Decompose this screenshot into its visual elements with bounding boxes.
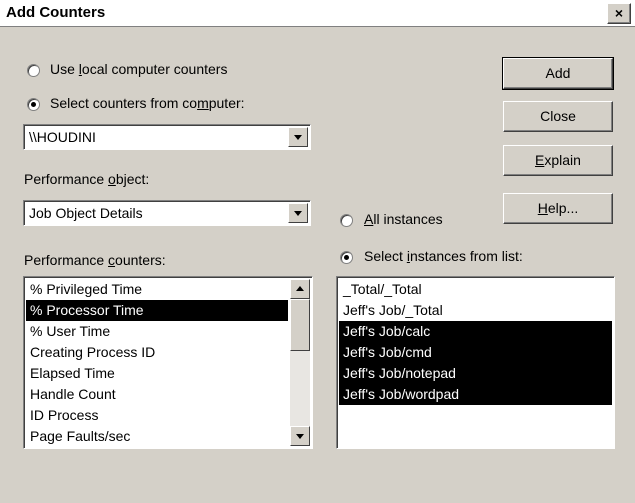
list-item[interactable]: % User Time [26, 321, 288, 342]
list-item[interactable]: % Privileged Time [26, 279, 288, 300]
radio-local-computer[interactable] [27, 64, 40, 77]
select-instances-label[interactable]: Select instances from list: [364, 248, 523, 264]
chevron-down-icon [294, 211, 302, 216]
performance-object-label: Performance object: [24, 171, 149, 187]
performance-counters-label: Performance counters: [24, 252, 166, 268]
counters-items-container: % Privileged Time% Processor Time% User … [26, 279, 288, 447]
help-label-post: elp... [547, 200, 579, 216]
list-item[interactable]: Elapsed Time [26, 363, 288, 384]
list-item[interactable]: Jeff's Job/calc [339, 321, 612, 342]
explain-button[interactable]: Explain [503, 145, 613, 176]
remote-label-pre: Select counters from co [50, 95, 198, 111]
select-computer-label[interactable]: Select counters from computer: [50, 95, 245, 111]
remote-label-post: puter: [208, 95, 245, 111]
scroll-up-button[interactable] [290, 279, 310, 299]
explain-accel: E [535, 152, 545, 168]
all-instances-label[interactable]: All instances [364, 211, 443, 227]
radio-all-instances[interactable] [340, 214, 353, 227]
computer-value: \\HOUDINI [29, 129, 96, 145]
local-label-pre: Use [50, 61, 79, 77]
instances-list[interactable]: _Total/_Total Jeff's Job/_Total Jeff's Job… [336, 276, 615, 449]
list-item[interactable]: % Processor Time [26, 300, 288, 321]
scroll-down-arrow-icon [296, 434, 304, 439]
explain-label-post: xplain [544, 152, 581, 168]
radio-select-computer[interactable] [27, 98, 40, 111]
perf-object-label-pre: Performance [24, 171, 109, 187]
select-instances-pre: Select [364, 248, 407, 264]
list-item[interactable]: Jeff's Job/_Total [339, 300, 612, 321]
window-title: Add Counters [6, 4, 106, 21]
counters-label-post: ounters: [115, 252, 166, 268]
counters-label-pre: Performance [24, 252, 109, 268]
help-accel: H [537, 200, 548, 216]
local-label-post: ocal computer counters [81, 61, 228, 77]
list-item[interactable]: _Total/_Total [339, 279, 612, 300]
computer-combobox[interactable]: \\HOUDINI [23, 124, 311, 150]
counters-scrollbar[interactable] [290, 279, 310, 446]
close-icon: × [614, 5, 624, 21]
scroll-up-arrow-icon [296, 286, 304, 291]
list-item[interactable]: Page Faults/sec [26, 426, 288, 447]
close-window-button[interactable]: × [607, 3, 631, 24]
local-computer-label[interactable]: Use local computer counters [50, 61, 227, 77]
close-button[interactable]: Close [503, 101, 613, 132]
radio-select-instances[interactable] [340, 251, 353, 264]
select-instances-post: nstances from list: [409, 248, 523, 264]
title-bar: Add Counters × [0, 0, 635, 27]
instances-items-container: _Total/_Total Jeff's Job/_Total Jeff's Job… [339, 279, 612, 405]
add-button[interactable]: Add [502, 57, 614, 90]
counters-label-accel: c [108, 252, 116, 268]
perf-object-value: Job Object Details [29, 205, 143, 221]
performance-counters-list[interactable]: % Privileged Time% Processor Time% User … [23, 276, 313, 449]
add-button-label: Add [545, 65, 571, 81]
all-instances-accel: A [364, 211, 374, 227]
scroll-thumb[interactable] [290, 299, 310, 351]
list-item[interactable]: ID Process [26, 405, 288, 426]
perf-object-label-post: bject: [115, 171, 150, 187]
radio-selected-dot [344, 255, 349, 260]
list-item[interactable]: Creating Process ID [26, 342, 288, 363]
list-item[interactable]: Jeff's Job/notepad [339, 363, 612, 384]
perf-object-label-accel: o [108, 171, 116, 187]
add-counters-dialog: Add Counters × Use local computer counte… [0, 0, 635, 503]
all-instances-post: ll instances [373, 211, 443, 227]
list-item[interactable]: Handle Count [26, 384, 288, 405]
close-button-label: Close [540, 108, 576, 124]
list-item[interactable]: Jeff's Job/wordpad [339, 384, 612, 405]
help-button[interactable]: Help... [503, 193, 613, 224]
radio-selected-dot [31, 102, 36, 107]
computer-dropdown-button[interactable] [288, 127, 308, 147]
remote-label-accel: m [197, 95, 209, 111]
perf-object-dropdown-button[interactable] [288, 203, 308, 223]
chevron-down-icon [294, 135, 302, 140]
scroll-down-button[interactable] [290, 426, 310, 446]
performance-object-combobox[interactable]: Job Object Details [23, 200, 311, 226]
list-item[interactable]: Jeff's Job/cmd [339, 342, 612, 363]
